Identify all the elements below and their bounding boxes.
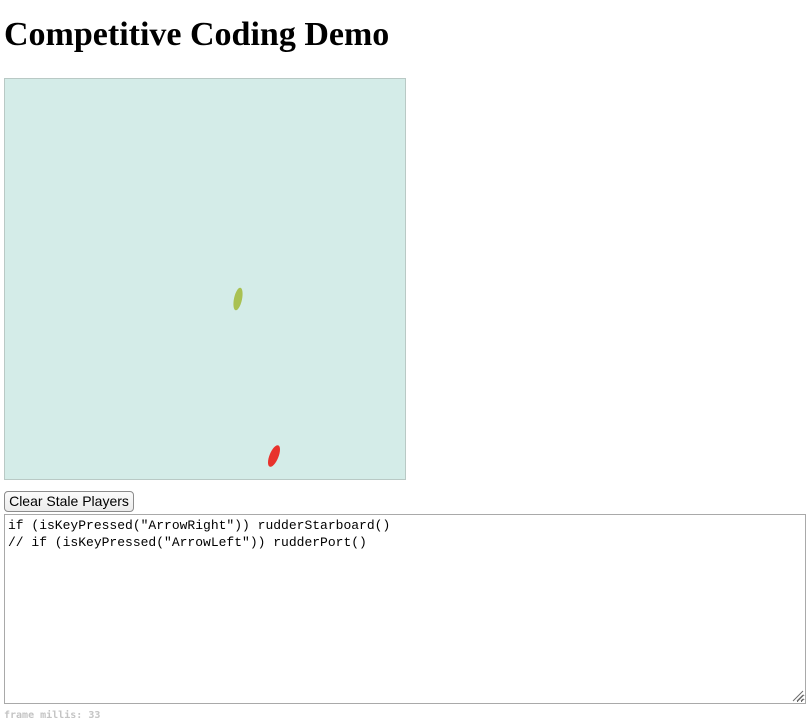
resize-grip-icon[interactable] <box>791 689 804 702</box>
player-boat-green <box>233 287 243 311</box>
frame-millis-value: 33 <box>88 710 101 721</box>
game-canvas[interactable] <box>4 78 406 480</box>
code-editor[interactable] <box>4 514 806 704</box>
clear-stale-players-button[interactable]: Clear Stale Players <box>4 491 134 512</box>
player-boat-red <box>268 445 280 467</box>
game-arena[interactable] <box>5 79 405 479</box>
frame-millis-label: frame millis: <box>4 710 83 721</box>
page-title: Competitive Coding Demo <box>4 16 390 53</box>
frame-millis-readout: frame millis: 33 <box>4 709 100 722</box>
